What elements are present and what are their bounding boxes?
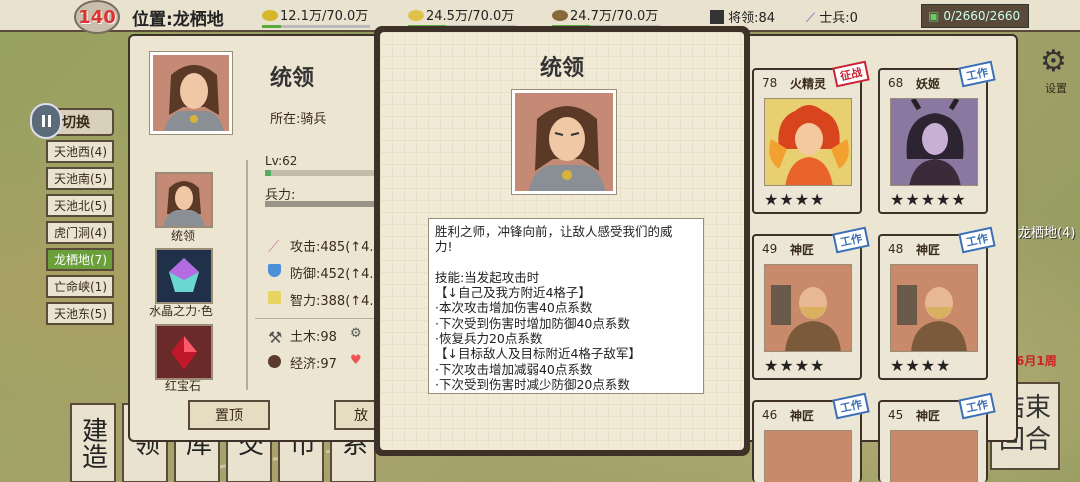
troop-icon: ▣ (928, 9, 940, 23)
pause-toggle-button[interactable] (30, 103, 62, 139)
dialog-title: 统领 (539, 56, 584, 81)
wisdom-stat: 智力:388(↑4.1 (290, 294, 382, 309)
card-smith-45[interactable]: 45 神匠 工作 (878, 392, 996, 482)
generals-count: 将领:84 (710, 7, 775, 26)
demon-lady-art (890, 98, 978, 186)
location-item-tianchi-north[interactable]: 天池北(5) (46, 194, 114, 217)
earthwork-stat: 土木:98 (290, 330, 337, 345)
general-icon (710, 10, 724, 24)
map-location-label[interactable]: 龙栖地(4) (1018, 222, 1075, 241)
ruby-item[interactable] (155, 324, 213, 380)
card-smith-46[interactable]: 46 神匠 工作 (752, 392, 870, 482)
smith-art (764, 430, 852, 482)
troop-capacity: ▣ 0/2660/2660 (921, 4, 1029, 28)
ruby-item-label: 红宝石 (164, 379, 201, 393)
general-portrait (150, 52, 232, 134)
crystal-item[interactable] (155, 248, 213, 304)
location-list: 天池西(4) 天池南(5) 天池北(5) 虎门洞(4) 龙栖地(7) 亡命峡(1… (46, 140, 114, 329)
crystal-item-label: 水晶之力·色 (149, 304, 213, 318)
location-item-wangming-gorge[interactable]: 亡命峡(1) (46, 275, 114, 298)
location-item-tianchi-east[interactable]: 天池东(5) (46, 302, 114, 325)
heart-icon: ♥ (350, 353, 362, 368)
coin-icon (268, 355, 281, 368)
date-label: 6月1周 (1016, 354, 1057, 368)
skill-detail-dialog[interactable]: 统领 胜利之师，冲锋向前，让敌人感受我们的威 力! 技能:当发起攻击时 【↓自己… (374, 26, 750, 456)
economy-stat: 经济:97 (290, 357, 337, 372)
general-name: 统领 (270, 66, 315, 91)
side-general-thumb[interactable] (155, 172, 213, 228)
attack-stat: 攻击:485(↑4.1 (290, 240, 382, 255)
sword-icon: ⟋ (806, 11, 816, 26)
card-smith-48[interactable]: 48 神匠 ★★★★ 工作 (878, 226, 996, 380)
location-item-humen-cave[interactable]: 虎门洞(4) (46, 221, 114, 244)
defense-stat: 防御:452(↑4.8 (290, 267, 382, 282)
gold-resource: 12.1万/70.0万 (262, 5, 370, 28)
skill-description: 胜利之师，冲锋向前，让敌人感受我们的威 力! 技能:当发起攻击时 【↓自己及我方… (428, 218, 704, 394)
gear-stat-icon: ⚙ (350, 326, 362, 341)
general-level: Lv:62 (265, 154, 298, 168)
attack-icon: ⟋ (268, 237, 280, 256)
grain-icon (408, 10, 424, 21)
smith-art (890, 430, 978, 482)
current-location: 位置:龙栖地 (132, 10, 224, 30)
player-level-badge[interactable]: 140 (74, 0, 120, 34)
soldiers-count: ⟋ 士兵:0 (806, 11, 858, 26)
gold-icon (262, 10, 278, 21)
wood-resource: 24.7万/70.0万 (552, 5, 660, 28)
card-fire-spirit[interactable]: 78 火精灵 ★★★★ 征战 (752, 60, 870, 214)
location-item-longqi[interactable]: 龙栖地(7) (46, 248, 114, 271)
settings-label: 设置 (1045, 82, 1067, 95)
card-demon-lady[interactable]: 68 妖姬 ★★★★★ 工作 (878, 60, 996, 214)
hammer-icon: ⚒ (268, 328, 283, 347)
pin-to-top-button[interactable]: 置顶 (188, 400, 270, 430)
grain-resource: 24.5万/70.0万 (408, 5, 516, 28)
location-item-tianchi-west[interactable]: 天池西(4) (46, 140, 114, 163)
smith-art (764, 264, 852, 352)
smith-art (890, 264, 978, 352)
dialog-portrait (512, 90, 616, 194)
location-item-tianchi-south[interactable]: 天池南(5) (46, 167, 114, 190)
fire-spirit-art (764, 98, 852, 186)
build-button[interactable]: 建造 (70, 403, 116, 482)
place-button[interactable]: 放 (334, 400, 378, 430)
card-smith-49[interactable]: 49 神匠 ★★★★ 工作 (752, 226, 870, 380)
shield-icon (268, 264, 281, 277)
book-icon (268, 291, 281, 304)
side-general-label: 统领 (170, 229, 195, 243)
general-location: 所在:骑兵 (270, 112, 327, 127)
troops-bar (265, 201, 375, 207)
level-progress (265, 170, 375, 176)
wood-icon (552, 10, 568, 21)
gear-icon[interactable]: ⚙ (1040, 44, 1067, 79)
